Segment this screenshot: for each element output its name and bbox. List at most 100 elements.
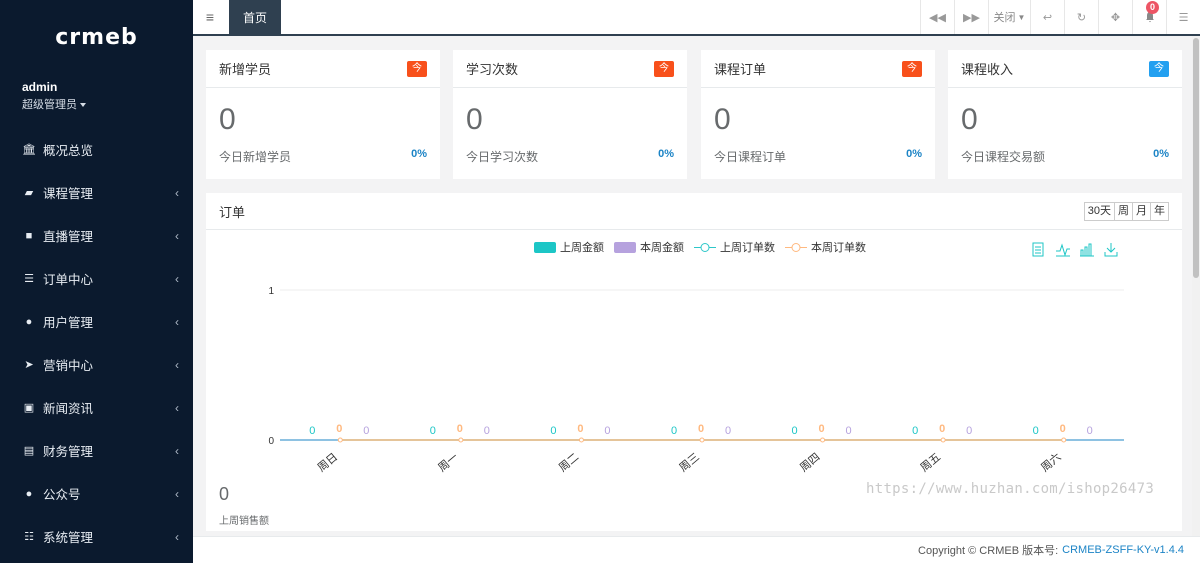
card-title: 学习次数 [466,62,519,77]
period-button[interactable]: 年 [1150,201,1169,221]
scrollbar[interactable] [1192,36,1200,536]
download-icon[interactable] [1104,243,1118,257]
footer: Copyright © CRMEB 版本号: CRMEB-ZSFF-KY-v1.… [193,536,1200,563]
user-profile[interactable]: admin 超级管理员 [0,68,193,128]
bank-icon: 🏛 [22,144,36,156]
book-icon: ▰ [24,187,34,199]
sidebar: crmeb admin 超级管理员 🏛 概况总览 ▰ 课程管理 ‹ ■ 直播管理 ‹ ☰ 订单中心… [0,0,193,563]
caret-down-icon [80,103,86,108]
legend-label: 上周金额 [560,240,604,254]
data-label: 0 [846,425,852,437]
version-link[interactable]: CRMEB-ZSFF-KY-v1.4.4 [1062,544,1184,556]
data-label: 0 [698,423,704,435]
wechat-icon: ● [25,487,33,500]
card-subtitle: 今日新增学员 [219,150,292,164]
notification-badge: 0 [1146,1,1159,14]
sidebar-item-3[interactable]: ☰ 订单中心 ‹ [0,257,193,300]
close-tabs-dropdown[interactable]: 关闭 ▼ [988,0,1030,34]
user-icon: ● [25,315,33,328]
data-label: 0 [309,425,315,437]
today-tag: 今 [902,60,922,77]
chevron-left-icon: ‹ [175,443,179,458]
chevron-left-icon: ‹ [175,529,179,544]
data-label: 0 [1033,425,1039,437]
data-label: 0 [363,425,369,437]
menu-toggle-icon[interactable]: ≡ [193,0,227,34]
chevron-left-icon: ‹ [175,185,179,200]
data-label: 0 [912,425,918,437]
data-label: 0 [484,425,490,437]
period-button[interactable]: 月 [1132,201,1151,221]
data-label: 0 [430,425,436,437]
sidebar-item-label: 课程管理 [43,187,94,201]
scrollbar-thumb[interactable] [1193,38,1199,278]
sidebar-item-7[interactable]: ▤ 财务管理 ‹ [0,429,193,472]
x-tick-label: 周五 [918,450,943,474]
period-button[interactable]: 周 [1114,201,1133,221]
card-value: 0 [219,103,236,136]
data-label: 0 [550,425,556,437]
sidebar-item-label: 财务管理 [43,445,94,459]
card-percent: 0% [1153,148,1169,160]
line-point [337,437,343,443]
chevron-left-icon: ‹ [175,228,179,243]
sidebar-item-label: 营销中心 [43,359,94,373]
card-value: 0 [961,103,978,136]
period-button[interactable]: 30天 [1083,201,1115,221]
fullscreen-icon[interactable]: ✥ [1098,0,1132,34]
card-subtitle: 今日课程订单 [714,150,787,164]
x-tick-label: 周四 [797,450,822,474]
sidebar-item-label: 公众号 [43,488,81,502]
bar-chart-icon[interactable] [1080,243,1094,257]
sidebar-item-label: 概况总览 [43,144,94,158]
line-point [458,437,464,443]
line-point [578,437,584,443]
x-tick-label: 周一 [436,450,461,474]
tab-home[interactable]: 首页 [229,0,282,34]
back-icon[interactable]: ↩ [1030,0,1064,34]
data-view-icon[interactable] [1032,242,1044,257]
notification-bell-icon[interactable]: 0 [1132,0,1166,34]
top-bar: ≡ 首页 ◀◀ ▶▶ 关闭 ▼ ↩ ↻ ✥ 0 ☰ [193,0,1200,36]
line-point [940,437,946,443]
line-point [699,437,705,443]
chevron-left-icon: ‹ [175,271,179,286]
x-tick-label: 周二 [556,450,581,474]
sidebar-item-9[interactable]: ☷ 系统管理 ‹ [0,515,193,558]
card-value: 0 [714,103,731,136]
legend-label: 上周订单数 [720,241,775,254]
image-icon: ▣ [23,402,35,414]
list-icon: ☰ [24,273,34,285]
data-label: 0 [966,425,972,437]
line-point [1061,437,1067,443]
legend-swatch [534,242,556,253]
sidebar-item-6[interactable]: ▣ 新闻资讯 ‹ [0,386,193,429]
line-chart-icon[interactable] [1056,243,1070,257]
scroll-right-icon[interactable]: ▶▶ [954,0,988,34]
data-label: 0 [457,423,463,435]
today-tag: 今 [1149,60,1169,77]
refresh-icon[interactable]: ↻ [1064,0,1098,34]
card-title: 课程收入 [961,62,1014,77]
scroll-left-icon[interactable]: ◀◀ [920,0,954,34]
data-label: 0 [671,425,677,437]
caret-down-icon: ▼ [1017,12,1026,22]
card-percent: 0% [658,148,674,160]
sidebar-item-0[interactable]: 🏛 概况总览 [0,128,193,171]
sidebar-item-2[interactable]: ■ 直播管理 ‹ [0,214,193,257]
line-point [820,437,826,443]
sidebar-item-1[interactable]: ▰ 课程管理 ‹ [0,171,193,214]
sidebar-item-5[interactable]: ➤ 营销中心 ‹ [0,343,193,386]
card-subtitle: 今日课程交易额 [961,150,1046,164]
sidebar-item-label: 订单中心 [43,273,94,287]
data-label: 0 [604,425,610,437]
send-icon: ➤ [24,359,34,371]
user-role-dropdown[interactable]: 超级管理员 [22,96,193,112]
sidebar-item-8[interactable]: ● 公众号 ‹ [0,472,193,515]
data-label: 0 [792,425,798,437]
sidebar-item-label: 新闻资讯 [43,402,94,416]
settings-icon[interactable]: ☰ [1166,0,1200,34]
sidebar-item-4[interactable]: ● 用户管理 ‹ [0,300,193,343]
chevron-left-icon: ‹ [175,314,179,329]
video-icon: ■ [25,229,33,242]
